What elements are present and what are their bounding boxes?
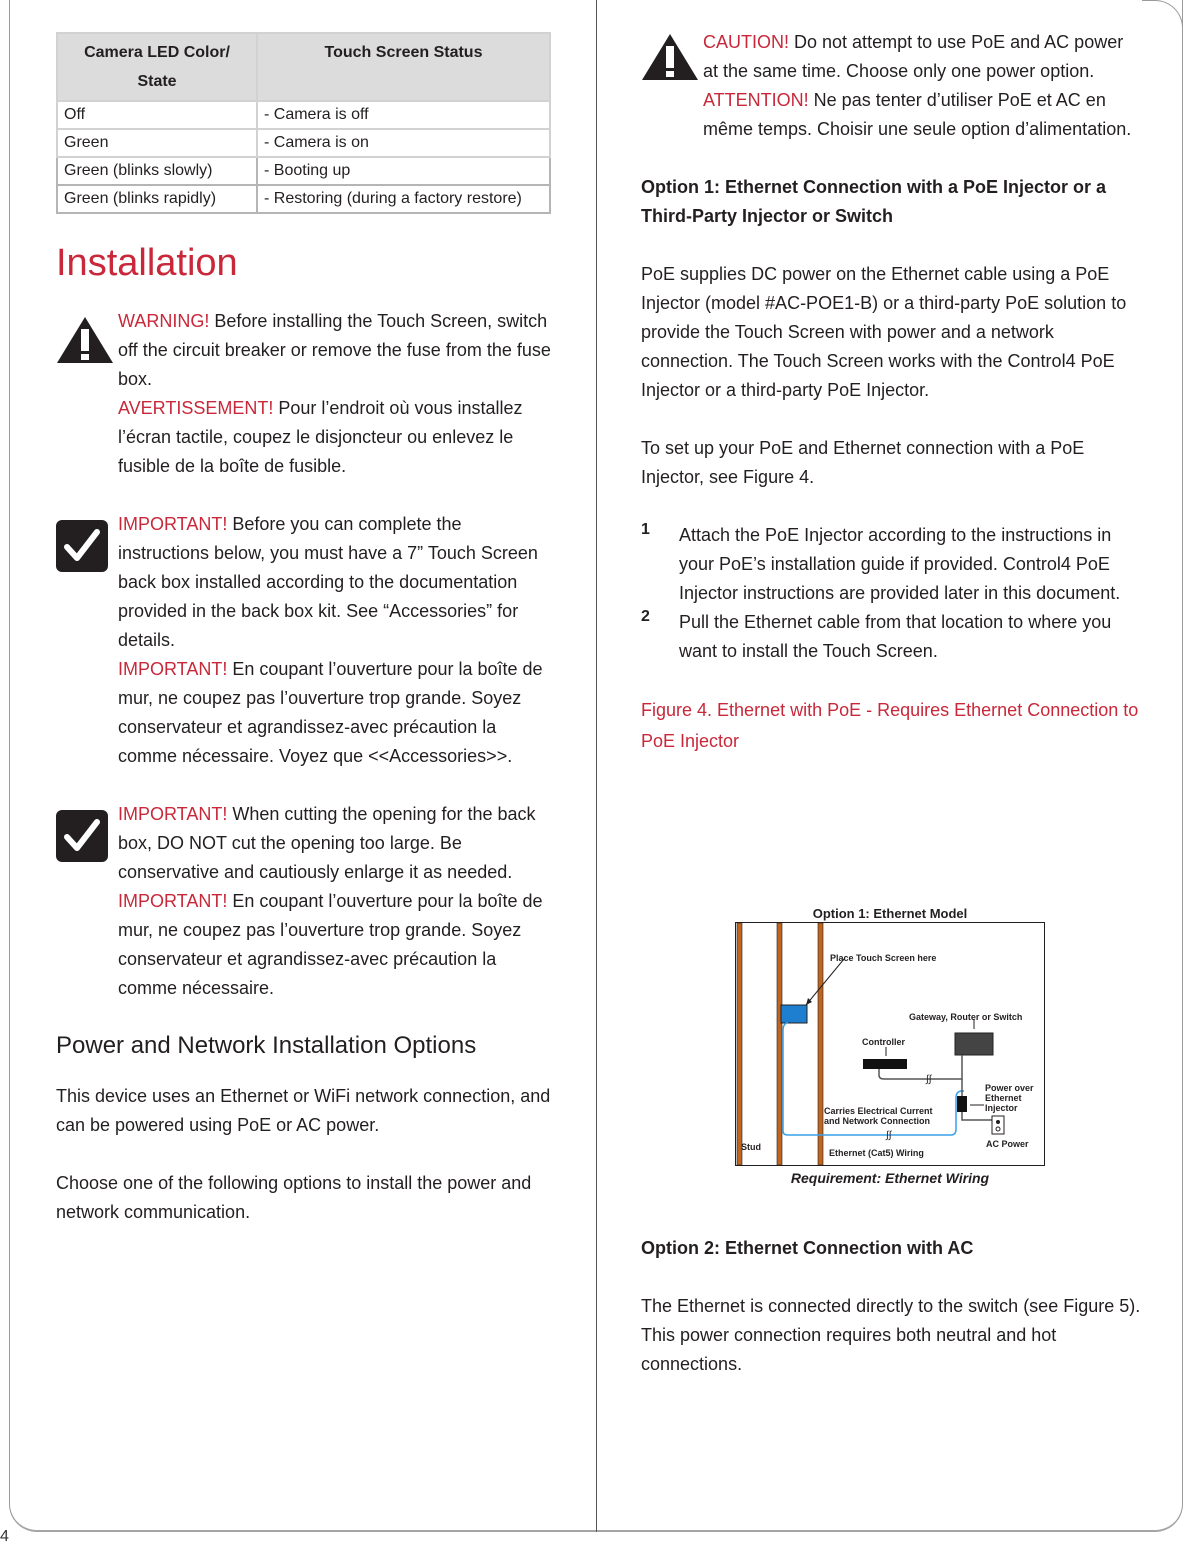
label-ethernet: Ethernet (Cat5) Wiring bbox=[829, 1148, 924, 1158]
caution-text-fr: ATTENTION! Ne pas tenter d’utiliser PoE … bbox=[703, 86, 1141, 144]
table-cell: - Camera is off bbox=[256, 100, 551, 130]
step-text: Attach the PoE Injector according to the… bbox=[679, 525, 1121, 603]
label-stud: Stud bbox=[741, 1142, 761, 1152]
left-column: Camera LED Color/ State Touch Screen Sta… bbox=[56, 32, 556, 1227]
step-item: 2 Pull the Ethernet cable from that loca… bbox=[641, 608, 1141, 666]
option2-heading: Option 2: Ethernet Connection with AC bbox=[641, 1238, 974, 1258]
warning-text-fr: AVERTISSEMENT! Pour l’endroit où vous in… bbox=[118, 394, 556, 481]
diagram-title: Option 1: Ethernet Model bbox=[812, 906, 968, 921]
label-place: Place Touch Screen here bbox=[830, 953, 937, 963]
option2-section: Option 2: Ethernet Connection with AC Th… bbox=[641, 1234, 1141, 1379]
stud-post bbox=[736, 923, 743, 1165]
caution-text: CAUTION! Do not attempt to use PoE and A… bbox=[703, 28, 1141, 86]
important-notice: IMPORTANT! When cutting the opening for … bbox=[56, 800, 556, 1003]
caution-label-fr: ATTENTION! bbox=[703, 90, 809, 110]
column-divider bbox=[596, 0, 597, 1532]
table-cell: - Camera is on bbox=[256, 128, 551, 158]
option1-heading: Option 1: Ethernet Connection with a PoE… bbox=[641, 177, 1107, 226]
diagram-requirement: Requirement: Ethernet Wiring bbox=[790, 1170, 990, 1186]
poe-injector bbox=[957, 1096, 967, 1112]
led-status-table: Camera LED Color/ State Touch Screen Sta… bbox=[56, 32, 551, 214]
paragraph: The Ethernet is connected directly to th… bbox=[641, 1296, 1141, 1374]
touch-screen-box bbox=[780, 1004, 808, 1024]
important-body: Before you can complete the instructions… bbox=[118, 514, 538, 650]
controller-box bbox=[863, 1059, 907, 1069]
table-header: Touch Screen Status bbox=[256, 32, 551, 102]
important-text: IMPORTANT! Before you can complete the i… bbox=[118, 510, 556, 655]
warning-triangle-icon bbox=[641, 32, 699, 87]
important-label-fr: IMPORTANT! bbox=[118, 659, 228, 679]
outlet-hole bbox=[996, 1120, 1000, 1124]
section-title: Installation bbox=[56, 242, 238, 284]
important-label: IMPORTANT! bbox=[118, 804, 228, 824]
important-text-fr: IMPORTANT! En coupant l’ouverture pour l… bbox=[118, 655, 556, 771]
table-cell: - Booting up bbox=[256, 156, 551, 186]
checkmark-icon bbox=[56, 810, 108, 867]
table-row: Off - Camera is off bbox=[56, 100, 551, 130]
label-ac: AC Power bbox=[986, 1139, 1029, 1149]
table-header: Camera LED Color/ State bbox=[56, 32, 258, 102]
table-row: Green (blinks slowly) - Booting up bbox=[56, 156, 551, 186]
label-carries: Carries Electrical Current and Network C… bbox=[824, 1106, 933, 1126]
subsection-title: Power and Network Installation Options bbox=[56, 1032, 477, 1059]
paragraph: Choose one of the following options to i… bbox=[56, 1173, 532, 1222]
paragraph: This device uses an Ethernet or WiFi net… bbox=[56, 1086, 551, 1135]
table-cell: Green (blinks slowly) bbox=[56, 156, 258, 186]
page-number: 4 bbox=[0, 1528, 9, 1545]
warning-label: WARNING! bbox=[118, 311, 210, 331]
important-label: IMPORTANT! bbox=[118, 514, 228, 534]
warning-text: WARNING! Before installing the Touch Scr… bbox=[118, 307, 556, 394]
table-cell: Green bbox=[56, 128, 258, 158]
table-row: Green - Camera is on bbox=[56, 128, 551, 158]
warning-notice: WARNING! Before installing the Touch Scr… bbox=[56, 307, 556, 481]
important-text: IMPORTANT! When cutting the opening for … bbox=[118, 800, 556, 887]
gateway-box bbox=[954, 1032, 994, 1056]
figure-caption: Figure 4. Ethernet with PoE - Requires E… bbox=[641, 700, 1139, 751]
label-controller: Controller bbox=[862, 1037, 906, 1047]
table-cell: Off bbox=[56, 100, 258, 130]
caution-label: CAUTION! bbox=[703, 32, 790, 52]
step-text: Pull the Ethernet cable from that locati… bbox=[679, 612, 1112, 661]
table-cell: Green (blinks rapidly) bbox=[56, 184, 258, 214]
place-arrow bbox=[805, 958, 845, 1006]
important-notice: IMPORTANT! Before you can complete the i… bbox=[56, 510, 556, 771]
important-label-fr: IMPORTANT! bbox=[118, 891, 228, 911]
stud-post bbox=[817, 923, 824, 1165]
label-poe: Power over Ethernet Injector bbox=[985, 1083, 1034, 1113]
warning-triangle-icon bbox=[56, 315, 114, 370]
diagram-box: ∫∫ ∫∫ Place Touch Screen here Gateway, R… bbox=[735, 922, 1045, 1166]
ethernet-diagram: Option 1: Ethernet Model ∫∫ ∫∫ Place Tou… bbox=[735, 906, 1045, 1186]
stud-post bbox=[776, 923, 783, 1165]
table-cell: - Restoring (during a factory restore) bbox=[256, 184, 551, 214]
label-gateway: Gateway, Router or Switch bbox=[909, 1012, 1023, 1022]
table-header-row: Camera LED Color/ State Touch Screen Sta… bbox=[56, 32, 551, 102]
step-number: 1 bbox=[641, 521, 650, 538]
table-row: Green (blinks rapidly) - Restoring (duri… bbox=[56, 184, 551, 214]
important-text-fr: IMPORTANT! En coupant l’ouverture pour l… bbox=[118, 887, 556, 1003]
caution-notice: CAUTION! Do not attempt to use PoE and A… bbox=[641, 28, 1141, 144]
warning-label-fr: AVERTISSEMENT! bbox=[118, 398, 274, 418]
right-column: CAUTION! Do not attempt to use PoE and A… bbox=[641, 28, 1141, 757]
checkmark-icon bbox=[56, 520, 108, 577]
step-number: 2 bbox=[641, 608, 650, 625]
paragraph: PoE supplies DC power on the Ethernet ca… bbox=[641, 264, 1127, 400]
paragraph: To set up your PoE and Ethernet connecti… bbox=[641, 438, 1085, 487]
ac-cable bbox=[961, 1112, 993, 1121]
step-item: 1 Attach the PoE Injector according to t… bbox=[641, 521, 1141, 608]
